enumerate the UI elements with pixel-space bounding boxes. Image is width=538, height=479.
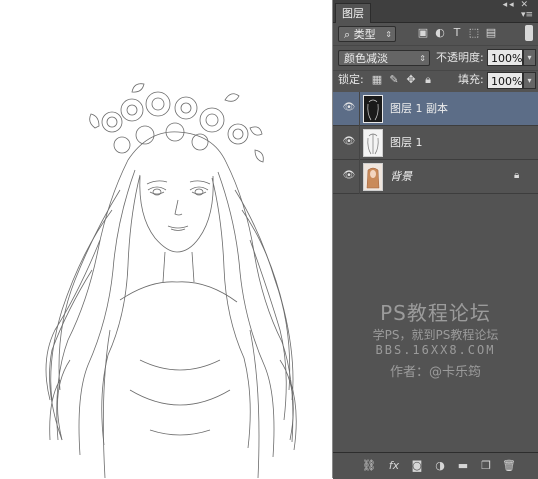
layer-thumbnail[interactable] (363, 129, 383, 157)
watermark-author: 作者：@卡乐筠 (389, 365, 481, 380)
add-mask-icon[interactable]: ◙ (409, 458, 425, 474)
adjustment-layer-icon[interactable]: ◑ (432, 458, 448, 474)
filter-toggle[interactable] (525, 25, 533, 41)
watermark-title: PS教程论坛 (380, 301, 491, 325)
thumbnail-image (367, 133, 379, 155)
lock-all-icon[interactable]: 🔒︎ (421, 73, 435, 87)
fx-icon[interactable]: fx (386, 458, 402, 474)
sketch-illustration (45, 83, 297, 478)
thumbnail-image (366, 167, 380, 189)
tab-layers[interactable]: 图层 (335, 3, 371, 23)
filter-kind-select[interactable]: ⌕ 类型 ⇕ (338, 26, 396, 42)
lock-position-icon[interactable]: ✥ (404, 73, 418, 87)
layer-name[interactable]: 图层 1 副本 (390, 101, 448, 117)
layer-name[interactable]: 图层 1 (390, 135, 423, 151)
lock-icon: 🔒︎ (514, 170, 520, 181)
panel-menu-icon[interactable]: ▾≡ (521, 10, 533, 20)
fill-input[interactable]: 100% (487, 72, 523, 89)
layers-panel: 图层 ◂◂ ✕ ▾≡ ⌕ 类型 ⇕ ▣ ◐ T ⬚ ▤ 颜色减淡 ⇕ 不透明度:… (333, 0, 538, 479)
eye-icon[interactable]: 👁︎ (342, 103, 356, 113)
fill-label: 填充: (458, 73, 484, 86)
layer-thumbnail[interactable] (363, 163, 383, 191)
panel-tabbar: 图层 ◂◂ ✕ ▾≡ (333, 0, 538, 23)
link-icon[interactable]: ⛓ (361, 458, 377, 474)
opacity-dropdown-icon[interactable]: ▾ (523, 49, 536, 66)
document-canvas[interactable] (0, 0, 333, 478)
fill-dropdown-icon[interactable]: ▾ (523, 72, 536, 89)
layer-row-background[interactable]: 👁︎ 背景 🔒︎ (333, 160, 538, 194)
filter-pixel-icon[interactable]: ▣ (416, 26, 430, 40)
lock-label: 锁定: (338, 73, 364, 86)
layer-name[interactable]: 背景 (390, 169, 412, 185)
opacity-input[interactable]: 100% (487, 49, 523, 66)
layer-thumbnail[interactable] (363, 95, 383, 123)
lock-transparent-icon[interactable]: ▦ (370, 73, 384, 87)
eye-icon[interactable]: 👁︎ (342, 137, 356, 147)
filter-type-icon[interactable]: T (450, 26, 464, 40)
trash-icon[interactable]: 🗑︎ (501, 458, 517, 474)
watermark-line2: BBS.16XX8.COM (375, 343, 496, 357)
watermark-line1: 学PS，就到PS教程论坛 (372, 328, 499, 342)
layer-row-copy[interactable]: 👁︎ 图层 1 副本 (333, 92, 538, 126)
search-icon: ⌕ (344, 28, 354, 41)
eye-icon[interactable]: 👁︎ (342, 171, 356, 181)
thumbnail-image (367, 99, 379, 121)
filter-adjustment-icon[interactable]: ◐ (433, 26, 447, 40)
filter-shape-icon[interactable]: ⬚ (467, 26, 481, 40)
new-layer-icon[interactable]: ❐ (478, 458, 494, 474)
lock-brush-icon[interactable]: ✎ (387, 73, 401, 87)
layers-bottom-toolbar: ⛓ fx ◙ ◑ ▬ ❐ 🗑︎ (333, 452, 538, 479)
group-folder-icon[interactable]: ▬ (455, 458, 471, 474)
filter-kind-label: 类型 (353, 28, 376, 41)
opacity-label: 不透明度: (436, 51, 484, 64)
layers-list: 👁︎ 图层 1 副本 👁︎ 图层 1 👁︎ 背景 🔒︎ (333, 92, 538, 452)
chevron-updown-icon: ⇕ (385, 30, 392, 39)
filter-smartobject-icon[interactable]: ▤ (484, 26, 498, 40)
blend-mode-value: 颜色减淡 (344, 52, 388, 65)
chevron-updown-icon: ⇕ (419, 54, 426, 63)
layer-row[interactable]: 👁︎ 图层 1 (333, 126, 538, 160)
collapse-icon[interactable]: ◂◂ ✕ (503, 0, 530, 10)
blend-mode-select[interactable]: 颜色减淡 ⇕ (338, 50, 430, 66)
